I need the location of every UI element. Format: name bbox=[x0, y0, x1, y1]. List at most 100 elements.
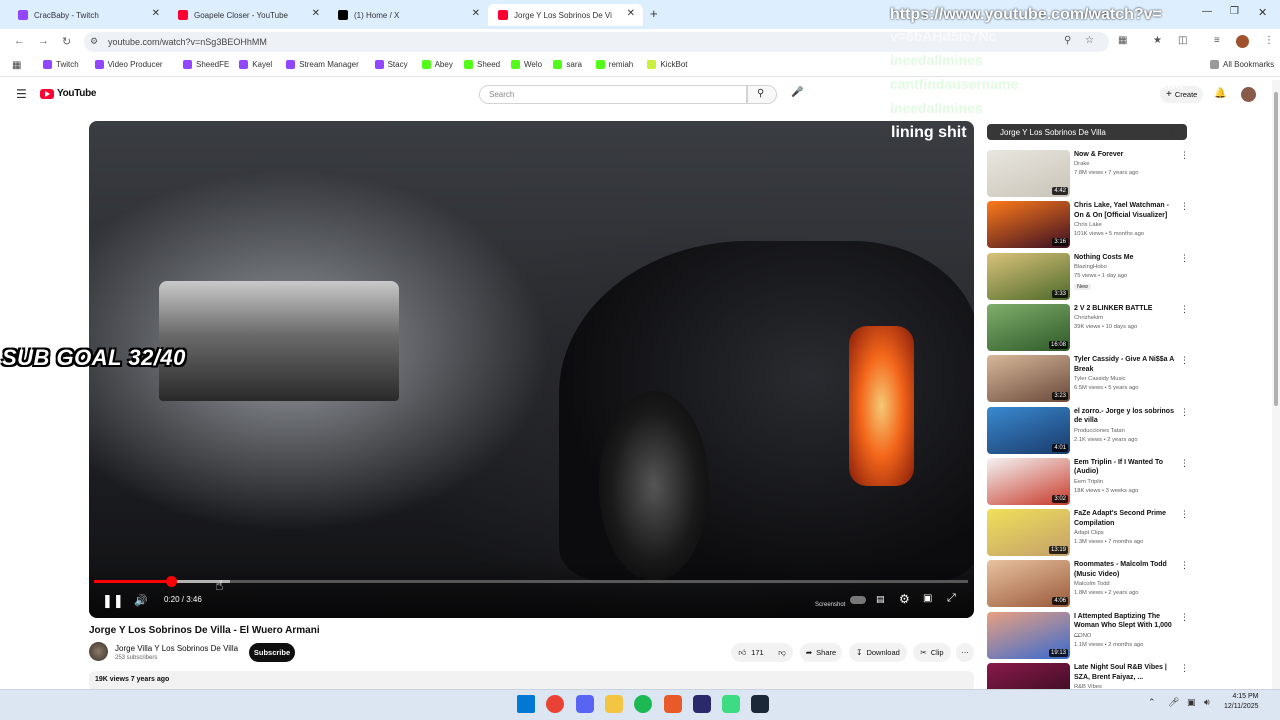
bookmark-item[interactable]: Twitch bbox=[43, 60, 79, 69]
recommended-video[interactable]: 3:33 Nothing Costs Me BlazingHobo 75 views … bbox=[987, 252, 1189, 301]
hamburger-menu-icon[interactable]: ☰ bbox=[16, 87, 27, 101]
share-button[interactable]: ➦ Share bbox=[800, 643, 842, 662]
clip-button[interactable]: ✂ Clip bbox=[913, 643, 951, 662]
system-clock[interactable]: 4:15 PM 12/11/2025 bbox=[1224, 692, 1259, 712]
more-options-icon[interactable]: ⋮ bbox=[1180, 458, 1189, 469]
recommended-video[interactable]: 4:01 el zorro.- Jorge y los sobrinos de v… bbox=[987, 406, 1189, 455]
new-tab-button[interactable]: + bbox=[650, 6, 658, 21]
video-thumbnail[interactable]: 3:33 bbox=[987, 252, 1070, 300]
search-button[interactable]: ⚲ bbox=[747, 85, 777, 104]
video-channel[interactable]: BlazingHobo bbox=[1074, 264, 1107, 270]
subtitles-icon[interactable]: ▤ bbox=[876, 594, 885, 605]
tab-close-icon[interactable]: ✕ bbox=[152, 8, 160, 19]
more-options-icon[interactable]: ⋮ bbox=[1180, 663, 1187, 674]
bookmark-item[interactable]: sara bbox=[553, 60, 582, 69]
steam-icon[interactable] bbox=[751, 695, 770, 713]
settings-gear-icon[interactable]: ⚙ bbox=[899, 592, 910, 606]
more-options-icon[interactable]: ⋮ bbox=[1180, 509, 1189, 520]
recommended-video[interactable]: 3:16 Chris Lake, Yael Watchman - On & On … bbox=[987, 201, 1189, 249]
video-thumbnail[interactable]: 3:02 bbox=[987, 457, 1070, 505]
sidebar-header[interactable]: Jorge Y Los Sobrinos De Villa bbox=[1000, 128, 1106, 137]
bookmark-item[interactable]: Kayel bbox=[239, 60, 272, 69]
browser-tab[interactable]: CracBaby - Twitch ✕ bbox=[8, 4, 168, 26]
video-channel[interactable]: Drake bbox=[1074, 161, 1089, 167]
video-title-link[interactable]: 2 V 2 BLINKER BATTLE bbox=[1074, 304, 1178, 314]
video-thumbnail[interactable]: 4:01 bbox=[987, 406, 1070, 454]
bookmark-item[interactable]: SheedFE bbox=[183, 60, 229, 69]
bookmark-item[interactable]: Video Producer bbox=[94, 60, 163, 69]
video-channel[interactable]: Adapt Clips bbox=[1074, 530, 1104, 536]
video-title-link[interactable]: FaZe Adapt's Second Prime Compilation bbox=[1074, 509, 1178, 528]
bookmark-item[interactable]: Sheed bbox=[464, 60, 500, 69]
youtube-logo[interactable]: YouTube bbox=[40, 88, 97, 99]
recommended-video[interactable]: 4:06 Roommates - Malcolm Todd (Music Vide… bbox=[987, 560, 1189, 608]
bookmark-item[interactable]: Abey bbox=[421, 60, 453, 69]
volume-icon[interactable]: 🔊 bbox=[134, 594, 148, 607]
video-thumbnail[interactable]: 3:16 bbox=[987, 201, 1070, 249]
video-channel[interactable]: CONO bbox=[1074, 633, 1091, 639]
more-options-icon[interactable]: ⋮ bbox=[1180, 560, 1189, 571]
video-title-link[interactable]: Eem Triplin - If I Wanted To (Audio) bbox=[1074, 458, 1178, 477]
video-channel[interactable]: Tyler Cassidy Music bbox=[1074, 376, 1126, 382]
video-channel[interactable]: Chris Lake bbox=[1074, 222, 1102, 228]
progress-scrubber[interactable] bbox=[165, 576, 177, 587]
bookmark-item[interactable]: KickBot bbox=[647, 60, 688, 69]
video-title-link[interactable]: Now & Forever bbox=[1074, 150, 1178, 160]
more-options-icon[interactable]: ⋮ bbox=[1180, 304, 1189, 315]
video-title-link[interactable]: Nothing Costs Me bbox=[1074, 253, 1178, 263]
start-icon[interactable] bbox=[517, 695, 535, 713]
chevron-right-icon[interactable]: › bbox=[1171, 127, 1174, 137]
channel-name[interactable]: Jorge Villa Y Los Sobrinos De Villa bbox=[115, 644, 238, 653]
video-thumbnail[interactable]: 13:19 bbox=[987, 509, 1070, 557]
recommended-video[interactable]: 4:42 Now & Forever Drake 7.8M views • 7 yea… bbox=[987, 150, 1189, 198]
recommended-video[interactable]: 13:19 FaZe Adapt's Second Prime Compilati… bbox=[987, 509, 1189, 557]
video-thumbnail[interactable]: 3:23 bbox=[987, 355, 1070, 403]
video-channel[interactable]: Producciones Tatan bbox=[1074, 428, 1125, 434]
video-thumbnail[interactable]: 4:06 bbox=[987, 560, 1070, 608]
fullscreen-icon[interactable]: ⤢ bbox=[947, 592, 956, 605]
video-thumbnail[interactable]: 16:08 bbox=[987, 303, 1070, 351]
browser-tab[interactable]: (1) Home / X ✕ bbox=[328, 4, 488, 26]
video-title-link[interactable]: Late Night Soul R&B Vibes | SZA, Brent F… bbox=[1074, 663, 1178, 682]
video-title-link[interactable]: Tyler Cassidy - Give A Ni$$a A Break bbox=[1074, 355, 1178, 374]
tray-chevron-icon[interactable]: ⌃ bbox=[1148, 697, 1156, 708]
channel-avatar[interactable] bbox=[89, 642, 108, 661]
more-options-icon[interactable]: ⋮ bbox=[1180, 355, 1189, 366]
dislike-button[interactable]: 👎︎ bbox=[771, 643, 793, 662]
recommended-video[interactable]: 16:08 2 V 2 BLINKER BATTLE Chrizhekim 39K v… bbox=[987, 303, 1189, 352]
android-studio-icon[interactable] bbox=[722, 695, 741, 713]
video-channel[interactable]: Malcolm Todd bbox=[1074, 581, 1110, 587]
more-options-icon[interactable]: ⋮ bbox=[1180, 612, 1189, 623]
discord-icon[interactable] bbox=[575, 695, 594, 713]
file-explorer-icon[interactable] bbox=[604, 695, 623, 713]
more-options-icon[interactable]: ⋮ bbox=[1180, 407, 1189, 418]
more-options-icon[interactable]: ⋮ bbox=[1180, 150, 1189, 161]
premiere-icon[interactable] bbox=[692, 695, 711, 713]
tab-close-icon[interactable]: ✕ bbox=[312, 8, 320, 19]
video-thumbnail[interactable]: 4:42 bbox=[987, 150, 1070, 197]
video-channel[interactable]: Eem Triplin bbox=[1074, 479, 1103, 485]
video-player[interactable] bbox=[89, 121, 974, 618]
tray-mic-icon[interactable]: 🎤︎ bbox=[1168, 697, 1179, 708]
bookmark-item[interactable]: remiah bbox=[595, 60, 633, 69]
like-button[interactable]: 👍︎ 171 bbox=[731, 643, 771, 662]
video-thumbnail[interactable]: 19:13 bbox=[987, 611, 1070, 659]
search-input[interactable]: Search bbox=[479, 85, 747, 104]
video-title-link[interactable]: Chris Lake, Yael Watchman - On & On [Off… bbox=[1074, 201, 1178, 220]
recommended-video[interactable]: 3:23 Tyler Cassidy - Give A Ni$$a A Break… bbox=[987, 355, 1189, 403]
bookmark-item[interactable]: Welo bbox=[511, 60, 542, 69]
forward-icon[interactable]: → bbox=[38, 35, 49, 47]
tray-volume-icon[interactable]: 🔊︎ bbox=[1204, 697, 1210, 708]
tray-network-icon[interactable]: ▣ bbox=[1187, 697, 1196, 708]
recommended-video[interactable]: 19:13 I Attempted Baptizing The Woman Who… bbox=[987, 611, 1189, 660]
site-info-icon[interactable]: ⚙ bbox=[90, 36, 98, 47]
browser-tab[interactable]: Goapele Closer - YouTube ✕ bbox=[168, 4, 328, 26]
apps-grid-icon[interactable]: ▦ bbox=[12, 60, 21, 71]
more-actions-button[interactable]: ⋯ bbox=[956, 643, 974, 662]
pause-icon[interactable]: ❚❚ bbox=[102, 593, 124, 609]
bookmark-item[interactable]: Stacy bbox=[374, 60, 408, 69]
miniplayer-icon[interactable]: ▣ bbox=[923, 593, 932, 604]
description-box[interactable]: 19K views 7 years ago bbox=[89, 671, 974, 691]
page-scrollbar-thumb[interactable] bbox=[1274, 92, 1278, 406]
video-channel[interactable]: Chrizhekim bbox=[1074, 315, 1103, 321]
